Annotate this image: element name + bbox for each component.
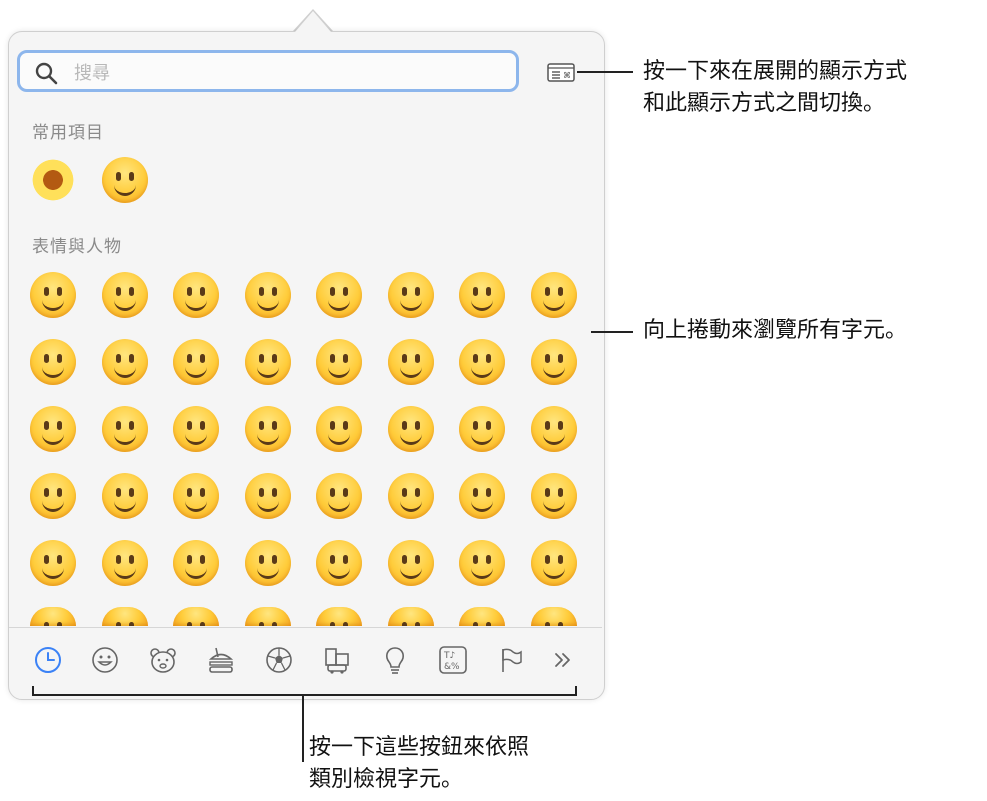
- emoji-cell[interactable]: [316, 272, 362, 318]
- emoji-cell[interactable]: [245, 272, 291, 318]
- emoji-cell[interactable]: [173, 272, 219, 318]
- tab-frequently-used[interactable]: [33, 645, 63, 675]
- building-car-icon: [325, 648, 349, 674]
- emoji-cell[interactable]: [102, 272, 148, 318]
- callout-toggle-line2: 和此顯示方式之間切換。: [643, 91, 886, 116]
- tab-flags[interactable]: [496, 645, 526, 675]
- section-title-frequent: 常用項目: [32, 123, 104, 143]
- emoji-cell[interactable]: [531, 406, 577, 452]
- callout-scroll: 向上捲動來瀏覽所有字元。: [643, 318, 908, 343]
- emoji-cell[interactable]: [459, 540, 505, 586]
- emoji-cell[interactable]: [245, 473, 291, 519]
- keyboard-window-icon: ⌘: [547, 63, 575, 82]
- emoji-cell[interactable]: [531, 339, 577, 385]
- callout-tabs-line1: 按一下這些按鈕來依照: [309, 735, 530, 760]
- section-title-smileys: 表情與人物: [32, 237, 122, 257]
- clock-icon: [35, 647, 61, 673]
- emoji-cell[interactable]: [30, 540, 76, 586]
- emoji-cell[interactable]: [173, 406, 219, 452]
- emoji-cell[interactable]: [388, 272, 434, 318]
- emoji-cell[interactable]: [30, 272, 76, 318]
- emoji-cell[interactable]: [245, 339, 291, 385]
- emoji-cell[interactable]: [30, 339, 76, 385]
- emoji-cell[interactable]: [30, 157, 76, 203]
- tab-symbols[interactable]: T♪ &%: [438, 645, 468, 675]
- emoji-cell[interactable]: [459, 473, 505, 519]
- emoji-cell[interactable]: [173, 339, 219, 385]
- flag-icon: [502, 648, 522, 672]
- emoji-cell[interactable]: [388, 540, 434, 586]
- emoji-cell[interactable]: [459, 406, 505, 452]
- search-input[interactable]: [72, 59, 496, 87]
- emoji-cell[interactable]: [173, 540, 219, 586]
- emoji-cell[interactable]: [316, 406, 362, 452]
- tab-activity[interactable]: [264, 645, 294, 675]
- callout-bracket-bottom: [32, 694, 577, 696]
- chevron-double-right-icon: [555, 653, 570, 667]
- tab-food-drink[interactable]: [206, 645, 236, 675]
- search-icon: [35, 62, 58, 85]
- emoji-cell[interactable]: [102, 157, 148, 203]
- callout-line-scroll: [591, 331, 633, 333]
- callout-line-toggle: [577, 71, 633, 73]
- emoji-cell[interactable]: [102, 406, 148, 452]
- emoji-cell[interactable]: [531, 473, 577, 519]
- emoji-cell[interactable]: [531, 540, 577, 586]
- symbols-icon: T♪ &%: [439, 646, 467, 674]
- emoji-cell[interactable]: [388, 339, 434, 385]
- emoji-cell[interactable]: [173, 473, 219, 519]
- emoji-cell[interactable]: [102, 339, 148, 385]
- svg-text:⌘: ⌘: [563, 71, 571, 80]
- emoji-cell[interactable]: [531, 272, 577, 318]
- tab-bar-divider: [9, 627, 602, 628]
- soccer-ball-icon: [266, 647, 292, 673]
- popover-arrow-fill: [295, 11, 331, 32]
- callout-toggle-line1: 按一下來在展開的顯示方式: [643, 59, 908, 84]
- emoji-cell[interactable]: [316, 339, 362, 385]
- emoji-cell[interactable]: [245, 540, 291, 586]
- emoji-cell[interactable]: [388, 473, 434, 519]
- emoji-cell[interactable]: [316, 540, 362, 586]
- bear-icon: [150, 648, 176, 673]
- callout-line-tabs: [302, 694, 304, 762]
- burger-icon: [208, 647, 234, 673]
- emoji-cell[interactable]: [388, 406, 434, 452]
- emoji-cell[interactable]: [459, 272, 505, 318]
- toggle-view-button[interactable]: ⌘: [547, 63, 575, 82]
- emoji-cell[interactable]: [245, 406, 291, 452]
- search-field[interactable]: [17, 50, 519, 92]
- emoji-cell[interactable]: [102, 473, 148, 519]
- emoji-cell[interactable]: [102, 540, 148, 586]
- emoji-cell[interactable]: [316, 473, 362, 519]
- smiley-icon: [92, 647, 118, 673]
- emoji-cell[interactable]: [30, 406, 76, 452]
- tab-travel-places[interactable]: [322, 645, 352, 675]
- lightbulb-icon: [386, 647, 404, 674]
- svg-text:T♪: T♪: [443, 651, 455, 661]
- tab-smileys-people[interactable]: [90, 645, 120, 675]
- tab-more[interactable]: [548, 645, 578, 675]
- tab-animals-nature[interactable]: [148, 645, 178, 675]
- emoji-cell[interactable]: [459, 339, 505, 385]
- callout-tabs-line2: 類別檢視字元。: [309, 767, 464, 792]
- svg-text:&%: &%: [444, 662, 460, 672]
- emoji-cell[interactable]: [30, 473, 76, 519]
- tab-objects[interactable]: [380, 645, 410, 675]
